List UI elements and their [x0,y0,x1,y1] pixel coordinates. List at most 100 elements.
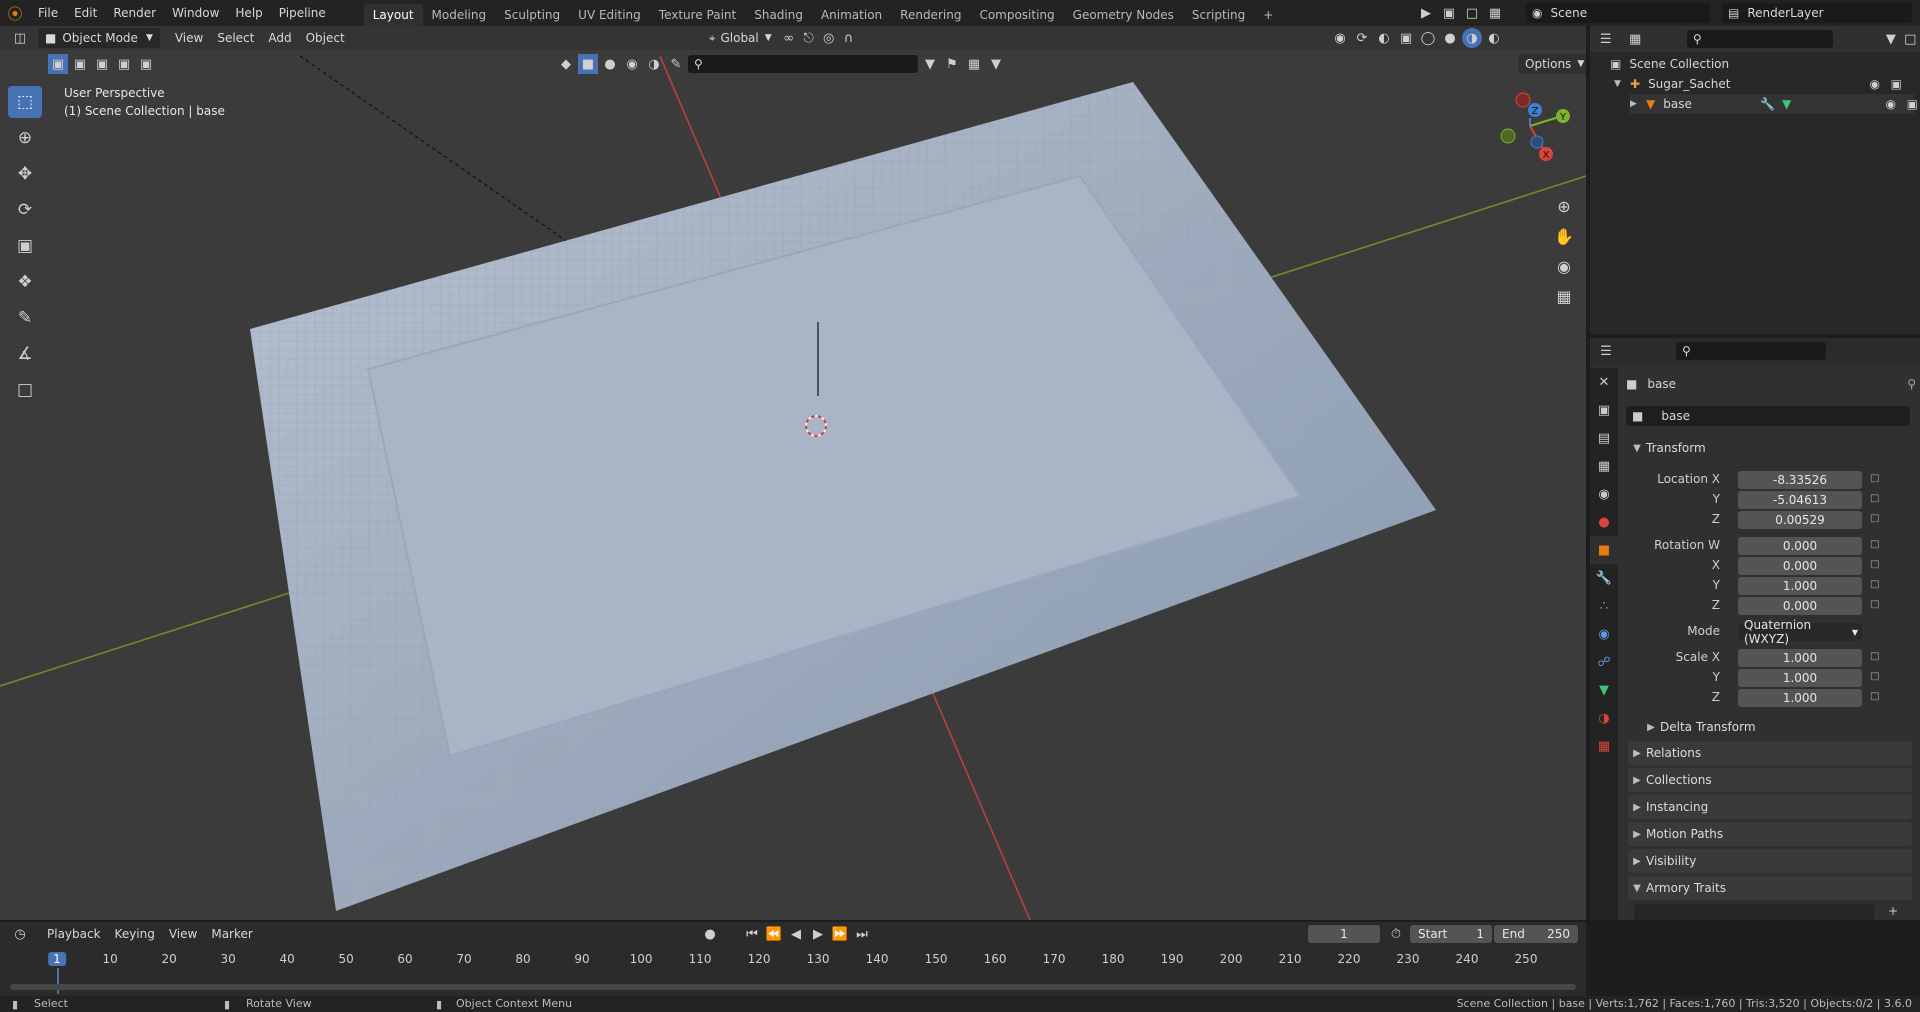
view-layer-tab-icon[interactable]: ▦ [1590,452,1618,480]
select-subtract-icon[interactable]: ▣ [92,54,112,74]
object-filter-icon[interactable]: ■ [578,54,598,74]
select-new-icon[interactable]: ▣ [48,54,68,74]
menu-pipeline[interactable]: Pipeline [271,0,334,26]
menu-object[interactable]: Object [299,28,352,48]
move-tool-icon[interactable]: ✥ [8,158,42,190]
lock-icon[interactable]: □ [1870,493,1879,504]
falloff-icon[interactable]: ∩ [839,28,859,48]
rendered-shading-icon[interactable]: ◐ [1484,28,1504,48]
material-filter-icon[interactable]: ● [600,54,620,74]
tab-uv-editing[interactable]: UV Editing [569,4,650,26]
mode-selector[interactable]: ■ Object Mode ▼ [38,28,160,48]
timeline-scrollbar[interactable] [10,984,1576,990]
annotate-tool-icon[interactable]: ✎ [8,302,42,334]
perspective-toggle-icon[interactable]: ▦ [1556,287,1571,306]
overlay-icon[interactable]: ◐ [1374,28,1394,48]
scene-tab-icon[interactable]: ◉ [1590,480,1618,508]
menu-window[interactable]: Window [164,0,227,26]
lock-icon[interactable]: □ [1870,691,1879,702]
pivot-icon[interactable]: ∞ [779,28,799,48]
brush-filter-icon[interactable]: ✎ [666,54,686,74]
object-data-field[interactable]: ■ base [1626,406,1910,426]
play-render-icon[interactable]: ▶ [1416,3,1436,23]
display-mode-icon[interactable]: ▦ [1625,29,1644,49]
collections-panel-header[interactable]: ▶ Collections [1628,768,1912,792]
outliner-row-scene-collection[interactable]: ▣ Scene Collection [1610,54,1729,74]
instancing-panel-header[interactable]: ▶ Instancing [1628,795,1912,819]
select-invert-icon[interactable]: ▣ [114,54,134,74]
cursor-tool-icon[interactable]: ⊕ [8,122,42,154]
texture-tab-icon[interactable]: ▦ [1590,732,1618,760]
menu-select[interactable]: Select [210,28,261,48]
editor-type-icon[interactable]: ☰ [1596,29,1615,49]
render-window-icon[interactable]: □ [1462,3,1482,23]
rotation-mode-select[interactable]: Quaternion (WXYZ) ▼ [1738,618,1862,646]
add-workspace-icon[interactable]: + [1254,4,1282,26]
filter-icon[interactable]: ▼ [986,54,1006,74]
lock-icon[interactable]: □ [1870,559,1879,570]
camera-view-icon[interactable]: ◉ [1557,257,1571,276]
scale-y-field[interactable]: 1.000 [1738,669,1862,687]
tab-sculpting[interactable]: Sculpting [495,4,569,26]
lock-icon[interactable]: □ [1870,599,1879,610]
filter-icon[interactable]: ▼ [1881,29,1900,49]
all-types-icon[interactable]: ◆ [556,54,576,74]
wrench-icon[interactable]: 🔧 [1760,97,1775,111]
rotation-z-field[interactable]: 0.000 [1738,597,1862,615]
tab-animation[interactable]: Animation [812,4,891,26]
expand-arrow-icon[interactable]: ▼ [1614,79,1630,89]
rotation-y-field[interactable]: 1.000 [1738,577,1862,595]
texture-filter-icon[interactable]: ◑ [644,54,664,74]
object-tab-icon[interactable]: ■ [1590,536,1618,564]
mesh-data-icon[interactable]: ▼ [1782,97,1791,111]
add-trait-icon[interactable]: + [1888,904,1898,918]
pan-hand-icon[interactable]: ✋ [1554,227,1574,246]
render-icon[interactable]: ▣ [1439,3,1459,23]
rotation-x-field[interactable]: 0.000 [1738,557,1862,575]
editor-type-icon[interactable]: ☰ [1596,341,1616,361]
neg-y-axis-icon[interactable] [1500,128,1516,144]
rotate-tool-icon[interactable]: ⟳ [8,194,42,226]
modifier-tab-icon[interactable]: 🔧 [1590,564,1618,592]
tab-scripting[interactable]: Scripting [1183,4,1254,26]
material-shading-icon[interactable]: ◑ [1462,28,1482,48]
blender-logo-icon[interactable]: ⦿ [0,0,30,26]
scale-tool-icon[interactable]: ▣ [8,230,42,262]
menu-help[interactable]: Help [227,0,270,26]
camera-icon[interactable]: ▣ [1891,77,1902,91]
visibility-icon[interactable]: ◉ [1330,28,1350,48]
relations-panel-header[interactable]: ▶ Relations [1628,741,1912,765]
armory-traits-list[interactable] [1634,904,1874,920]
asset-search-input[interactable]: ⚲ [688,55,918,73]
eye-icon[interactable]: ◉ [1870,77,1880,91]
solid-shading-icon[interactable]: ● [1440,28,1460,48]
tab-compositing[interactable]: Compositing [970,4,1063,26]
location-y-field[interactable]: -5.04613 [1738,491,1862,509]
lock-icon[interactable]: □ [1870,671,1879,682]
world-filter-icon[interactable]: ◉ [622,54,642,74]
camera-icon[interactable]: ▣ [1907,97,1918,111]
outliner-search-input[interactable]: ⚲ [1686,30,1834,48]
particles-tab-icon[interactable]: ∴ [1590,592,1618,620]
playhead-line[interactable] [57,968,59,994]
measure-tool-icon[interactable]: ∡ [8,338,42,370]
add-cube-tool-icon[interactable]: □ [8,374,42,406]
proportional-edit-icon[interactable]: ◎ [819,28,839,48]
tab-rendering[interactable]: Rendering [891,4,970,26]
xray-icon[interactable]: ▣ [1396,28,1416,48]
render-layer-selector[interactable]: ▤ RenderLayer [1722,3,1912,23]
outliner-row-base[interactable]: ▶ ▼ base 🔧 ▼ ◉ ▣ [1630,94,1918,114]
lock-icon[interactable]: □ [1870,513,1879,524]
scale-z-field[interactable]: 1.000 [1738,689,1862,707]
tab-geometry-nodes[interactable]: Geometry Nodes [1064,4,1183,26]
snap-icon[interactable]: ⎋ [799,28,819,48]
display-icon[interactable]: ▦ [964,54,984,74]
tab-shading[interactable]: Shading [745,4,812,26]
tool-tab-icon[interactable]: ✕ [1590,368,1618,396]
zoom-icon[interactable]: ⊕ [1557,197,1570,216]
tab-layout[interactable]: Layout [363,4,423,26]
material-tab-icon[interactable]: ◑ [1590,704,1618,732]
options-button[interactable]: Options ▼ [1518,54,1586,74]
rotation-w-field[interactable]: 0.000 [1738,537,1862,555]
outliner-row-sugar-sachet[interactable]: ▼ ✚ Sugar_Sachet ◉ ▣ [1614,74,1914,94]
